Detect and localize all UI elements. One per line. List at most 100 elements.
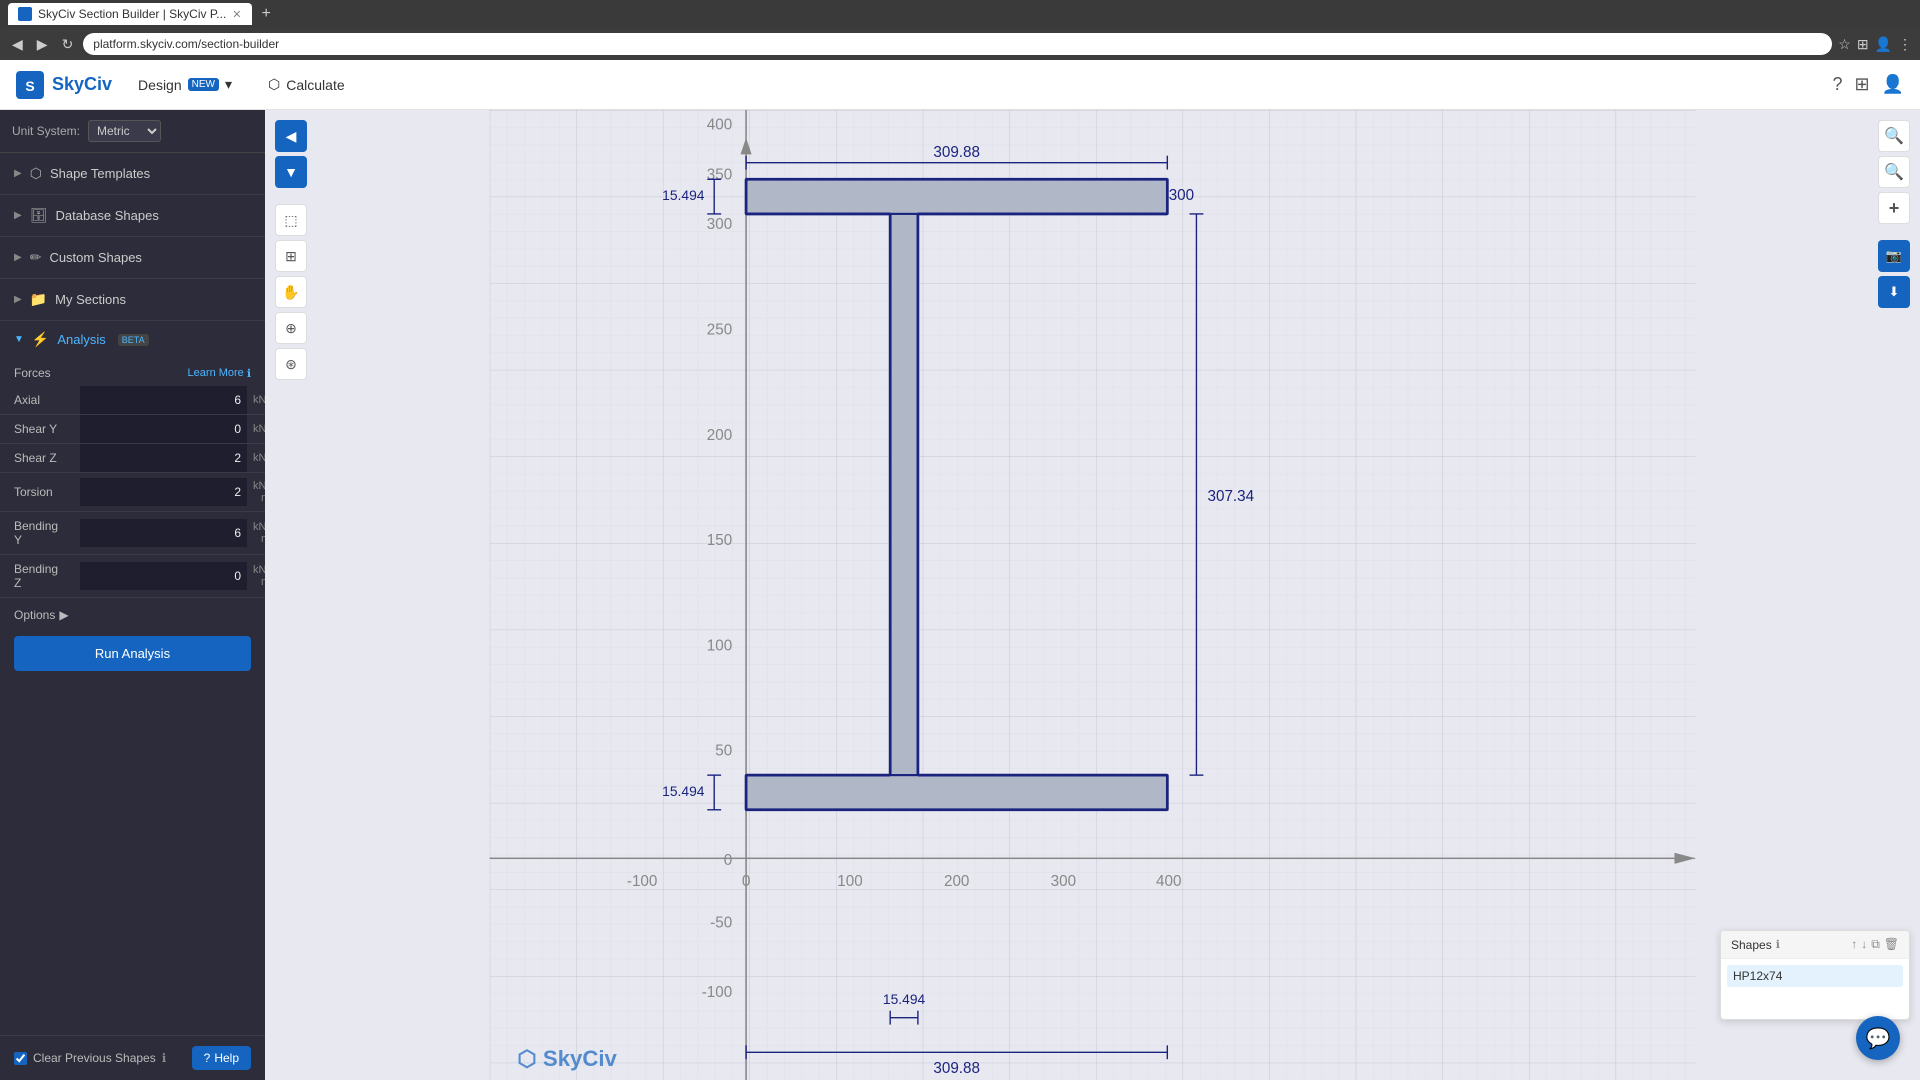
shape-templates-label: Shape Templates [50, 166, 150, 181]
axial-label: Axial [0, 386, 80, 414]
select-tool-button[interactable]: ⊞ [275, 240, 307, 272]
custom-shapes-header[interactable]: ▶ ✏ Custom Shapes [0, 237, 265, 278]
shear-z-input[interactable] [80, 444, 247, 472]
custom-shapes-label: Custom Shapes [49, 250, 142, 265]
options-chevron: ▶ [59, 608, 68, 622]
torsion-row: Torsion kN-m [0, 473, 265, 512]
database-shapes-header[interactable]: ▶ 🗄 Database Shapes [0, 195, 265, 236]
design-button[interactable]: Design NEW ▾ [128, 70, 242, 99]
analysis-label: Analysis [57, 332, 105, 347]
database-chevron: ▶ [14, 210, 22, 221]
profile-icon[interactable]: 👤 [1875, 36, 1892, 53]
collapse-toolbar-button[interactable]: ◀ [275, 120, 307, 152]
svg-text:0: 0 [724, 852, 732, 869]
calculate-label: Calculate [286, 77, 344, 93]
analysis-expanded: Forces Learn More ℹ Axial kN [0, 358, 265, 689]
shear-z-label: Shear Z [0, 444, 80, 472]
shapes-title-text: Shapes [1731, 938, 1772, 952]
move-up-icon[interactable]: ↑ [1851, 937, 1857, 952]
svg-text:300: 300 [1051, 873, 1076, 890]
calculate-button[interactable]: ⬡ Calculate [258, 70, 355, 99]
custom-icon: ✏ [30, 249, 42, 266]
sections-chevron: ▶ [14, 294, 22, 305]
skyciv-logo-icon: S [16, 71, 44, 99]
bending-z-input[interactable] [80, 562, 247, 590]
svg-text:250: 250 [707, 321, 732, 338]
run-analysis-button[interactable]: Run Analysis [14, 636, 251, 671]
my-sections-header[interactable]: ▶ 📁 My Sections [0, 279, 265, 320]
copy-shape-icon[interactable]: ⧉ [1871, 937, 1880, 952]
svg-text:300: 300 [1169, 187, 1194, 204]
apps-button[interactable]: ⊞ [1854, 74, 1869, 95]
axial-row: Axial kN [0, 386, 265, 415]
torsion-input[interactable] [80, 478, 247, 506]
custom-shapes-section: ▶ ✏ Custom Shapes [0, 237, 265, 279]
shape-templates-header[interactable]: ▶ ⬡ Shape Templates [0, 153, 265, 194]
canvas-svg: 0 50 100 150 200 250 300 350 400 -50 -10… [265, 110, 1920, 1080]
analysis-bolt-icon: ⚡ [32, 331, 49, 348]
learn-more-link[interactable]: Learn More ℹ [188, 367, 251, 380]
help-button[interactable]: ? [1832, 74, 1842, 95]
move-down-icon[interactable]: ↓ [1861, 937, 1867, 952]
svg-text:-100: -100 [627, 873, 658, 890]
snap-tool-button[interactable]: ⊛ [275, 348, 307, 380]
my-sections-section: ▶ 📁 My Sections [0, 279, 265, 321]
beta-badge: BETA [118, 334, 149, 346]
nav-icons: ☆ ⊞ 👤 ⋮ [1838, 36, 1912, 53]
new-tab-button[interactable]: + [256, 3, 277, 25]
clear-previous-label[interactable]: Clear Previous Shapes ℹ [14, 1051, 166, 1065]
help-label: Help [214, 1051, 239, 1065]
clear-checkbox-input[interactable] [14, 1052, 27, 1065]
shape-templates-icon: ⬡ [30, 165, 42, 182]
options-row[interactable]: Options ▶ [0, 598, 265, 628]
unit-select[interactable]: Metric Imperial [88, 120, 161, 142]
shear-y-input[interactable] [80, 415, 247, 443]
profile-button[interactable]: 👤 [1882, 74, 1904, 95]
shape-item[interactable]: HP12x74 [1727, 965, 1903, 987]
bookmark-icon[interactable]: ☆ [1838, 36, 1851, 53]
shapes-info-icon: ℹ [1776, 938, 1780, 951]
design-label: Design [138, 77, 182, 93]
database-icon: 🗄 [30, 207, 48, 224]
delete-shape-icon[interactable]: 🗑 [1884, 937, 1899, 952]
clear-info-icon: ℹ [162, 1051, 167, 1065]
forward-button[interactable]: ▶ [33, 34, 52, 55]
logo-text: SkyCiv [52, 74, 112, 95]
axial-input[interactable] [80, 386, 247, 414]
header-right: ? ⊞ 👤 [1832, 74, 1904, 95]
svg-text:S: S [25, 78, 34, 94]
zoom-in-button[interactable]: 🔍 [1878, 120, 1910, 152]
shear-z-row: Shear Z kN [0, 444, 265, 473]
browser-tabs: SkyCiv Section Builder | SkyCiv P... ✕ + [0, 0, 1920, 28]
extension-icon[interactable]: ⊞ [1857, 36, 1869, 53]
analysis-header[interactable]: ▼ ⚡ Analysis BETA [0, 321, 265, 358]
shapes-panel: Shapes ℹ ↑ ↓ ⧉ 🗑 HP12x74 [1720, 930, 1910, 1020]
screenshot-button[interactable]: 📷 [1878, 240, 1910, 272]
download-button[interactable]: ⬇ [1878, 276, 1910, 308]
expand-toolbar-button[interactable]: ▼ [275, 156, 307, 188]
zoom-tool-button[interactable]: ⊕ [275, 312, 307, 344]
svg-text:⬡ SkyCiv: ⬡ SkyCiv [517, 1046, 617, 1071]
back-button[interactable]: ◀ [8, 34, 27, 55]
app-header: S SkyCiv Design NEW ▾ ⬡ Calculate ? ⊞ 👤 [0, 60, 1920, 110]
menu-icon[interactable]: ⋮ [1898, 36, 1912, 53]
help-button-footer[interactable]: ? Help [192, 1046, 251, 1070]
pan-tool-button[interactable]: ✋ [275, 276, 307, 308]
browser-chrome: SkyCiv Section Builder | SkyCiv P... ✕ +… [0, 0, 1920, 60]
cursor-tool-button[interactable]: ⬚ [275, 204, 307, 236]
sidebar-footer: Clear Previous Shapes ℹ ? Help [0, 1035, 265, 1080]
left-toolbar: ◀ ▼ ⬚ ⊞ ✋ ⊕ ⊛ [275, 120, 307, 380]
torsion-unit: kN-m [247, 473, 265, 511]
refresh-button[interactable]: ↻ [58, 34, 78, 55]
browser-nav: ◀ ▶ ↻ platform.skyciv.com/section-builde… [0, 28, 1920, 60]
zoom-fit-button[interactable]: + [1878, 192, 1910, 224]
tab-close[interactable]: ✕ [232, 8, 241, 21]
shear-z-unit: kN [247, 445, 265, 471]
bending-z-label: Bending Z [0, 555, 80, 597]
forces-header: Forces Learn More ℹ [0, 358, 265, 386]
chat-button[interactable]: 💬 [1856, 1016, 1900, 1060]
zoom-out-button[interactable]: 🔍 [1878, 156, 1910, 188]
unit-system-row: Unit System: Metric Imperial [0, 110, 265, 153]
bending-y-input[interactable] [80, 519, 247, 547]
torsion-label: Torsion [0, 478, 80, 506]
